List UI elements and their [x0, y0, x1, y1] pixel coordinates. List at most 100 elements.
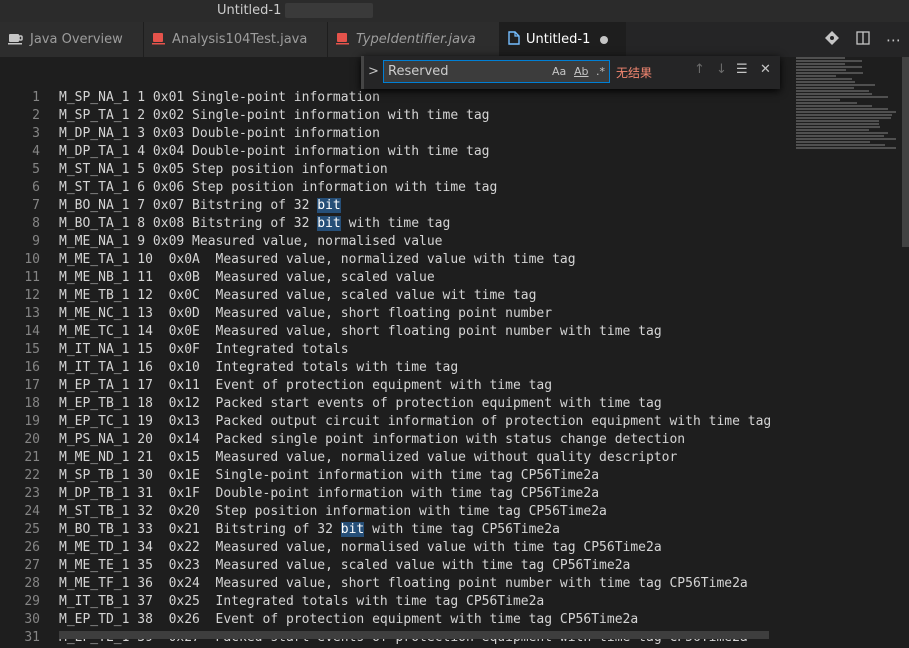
next-match-arrow-down-icon[interactable]: ↓: [716, 62, 727, 77]
code-line[interactable]: M_ST_TA_1 6 0x06 Step position informati…: [59, 179, 771, 197]
minimap-line: [796, 60, 862, 62]
regex-toggle[interactable]: .*: [596, 65, 605, 78]
split-editor-icon[interactable]: [847, 30, 878, 49]
minimap-line: [796, 72, 864, 74]
more-actions-icon[interactable]: ⋯: [878, 31, 909, 49]
code-text: M_ST_NA_1 5 0x05 Step position informati…: [59, 162, 388, 177]
code-text: M_ME_NA_1 9 0x09 Measured value, normali…: [59, 234, 443, 249]
unsaved-dot-icon[interactable]: [600, 35, 609, 44]
line-number: 28: [24, 576, 40, 591]
minimap-line: [796, 75, 836, 77]
minimap-line: [796, 81, 855, 83]
code-line[interactable]: M_IT_TA_1 16 0x10 Integrated totals with…: [59, 359, 771, 377]
code-line[interactable]: M_ST_TB_1 32 0x20 Step position informat…: [59, 503, 771, 521]
toggle-replace-chevron-icon[interactable]: >: [368, 64, 379, 79]
code-line[interactable]: M_EP_TC_1 19 0x13 Packed output circuit …: [59, 413, 771, 431]
word-highlight: bit: [317, 216, 341, 231]
previous-match-arrow-up-icon[interactable]: ↑: [694, 62, 705, 77]
word-highlight: bit: [340, 522, 365, 537]
code-line[interactable]: M_DP_TB_1 31 0x1F Double-point informati…: [59, 485, 771, 503]
horizontal-scrollbar[interactable]: [59, 631, 769, 639]
window-titlebar: Untitled-1 —: [0, 0, 909, 22]
code-line[interactable]: M_ST_NA_1 5 0x05 Step position informati…: [59, 161, 771, 179]
code-text: M_ME_TB_1 12 0x0C Measured value, scaled…: [59, 288, 537, 303]
code-line[interactable]: M_EP_TA_1 17 0x11 Event of protection eq…: [59, 377, 771, 395]
line-number: 5: [32, 162, 40, 177]
code-text: M_ME_ND_1 21 0x15 Measured value, normal…: [59, 450, 678, 465]
minimap-line: [796, 93, 872, 95]
code-line[interactable]: M_BO_TA_1 8 0x08 Bitstring of 32 bit wit…: [59, 215, 771, 233]
code-line[interactable]: M_ME_NB_1 11 0x0B Measured value, scaled…: [59, 269, 771, 287]
find-in-selection-icon[interactable]: ☰: [736, 62, 748, 77]
code-text: M_BO_NA_1 7 0x07 Bitstring of 32: [59, 198, 318, 213]
minimap-line: [796, 69, 847, 71]
code-line[interactable]: M_ME_TD_1 34 0x22 Measured value, normal…: [59, 539, 771, 557]
editor-area[interactable]: 1 2 3 4 5 6 7 8 9 10 11 12 13 14 15 16 17 18 19 20 21 22 23 24 2…: [0, 57, 791, 648]
code-line[interactable]: M_SP_NA_1 1 0x01 Single-point informatio…: [59, 89, 771, 107]
code-line[interactable]: M_ME_TE_1 35 0x23 Measured value, scaled…: [59, 557, 771, 575]
code-line[interactable]: M_IT_NA_1 15 0x0F Integrated totals: [59, 341, 771, 359]
code-line[interactable]: M_SP_TB_1 30 0x1E Single-point informati…: [59, 467, 771, 485]
find-widget: > Aa Ab .* 无结果 ↑ ↓ ☰ ✕: [361, 56, 780, 89]
tab-analysis104test[interactable]: Analysis104Test.java: [144, 22, 328, 57]
java-file-icon: [152, 31, 166, 49]
code-text: M_DP_NA_1 3 0x03 Double-point informatio…: [59, 126, 380, 141]
tab-label: Analysis104Test.java: [172, 32, 308, 47]
code-line[interactable]: M_BO_TB_1 33 0x21 Bitstring of 32 bit wi…: [59, 521, 771, 539]
code-line[interactable]: M_BO_NA_1 7 0x07 Bitstring of 32 bit: [59, 197, 771, 215]
source-control-icon[interactable]: [816, 30, 847, 49]
tab-typeidentifier[interactable]: TypeIdentifier.java: [328, 22, 500, 57]
line-number: 23: [24, 486, 40, 501]
code-line[interactable]: M_ME_NC_1 13 0x0D Measured value, short …: [59, 305, 771, 323]
minimap-line: [796, 96, 889, 98]
line-number: 20: [24, 432, 40, 447]
code-lines[interactable]: M_SP_NA_1 1 0x01 Single-point informatio…: [59, 89, 771, 647]
minimap[interactable]: [796, 57, 901, 157]
line-number: 3: [32, 126, 40, 141]
line-number-gutter: 1 2 3 4 5 6 7 8 9 10 11 12 13 14 15 16 17 18 19 20 21 22 23 24 2…: [0, 89, 40, 647]
file-icon: [508, 30, 520, 49]
tab-label: TypeIdentifier.java: [356, 32, 476, 47]
code-line[interactable]: M_PS_NA_1 20 0x14 Packed single point in…: [59, 431, 771, 449]
code-line[interactable]: M_ME_TF_1 36 0x24 Measured value, short …: [59, 575, 771, 593]
code-line[interactable]: M_EP_TD_1 38 0x26 Event of protection eq…: [59, 611, 771, 629]
minimap-line: [796, 84, 876, 86]
code-line[interactable]: M_EP_TB_1 18 0x12 Packed start events of…: [59, 395, 771, 413]
code-line[interactable]: M_DP_NA_1 3 0x03 Double-point informatio…: [59, 125, 771, 143]
tab-label: Untitled-1: [526, 32, 591, 47]
code-text: M_SP_NA_1 1 0x01 Single-point informatio…: [59, 90, 380, 105]
close-find-icon[interactable]: ✕: [760, 62, 771, 77]
minimap-line: [796, 63, 846, 65]
code-text: M_ME_TA_1 10 0x0A Measured value, normal…: [59, 252, 576, 267]
code-text: M_EP_TD_1 38 0x26 Event of protection eq…: [59, 612, 639, 627]
minimap-line: [796, 144, 885, 146]
code-line[interactable]: M_ME_NA_1 9 0x09 Measured value, normali…: [59, 233, 771, 251]
code-text: M_BO_TB_1 33 0x21 Bitstring of 32: [59, 522, 341, 537]
minimap-line: [796, 138, 896, 140]
minimap-line: [796, 99, 841, 101]
minimap-line: [796, 57, 846, 59]
vertical-scrollbar[interactable]: [902, 57, 909, 247]
redacted-title-part: [285, 3, 373, 18]
code-line[interactable]: M_IT_TB_1 37 0x25 Integrated totals with…: [59, 593, 771, 611]
find-result-status: 无结果: [616, 66, 653, 80]
code-line[interactable]: M_ME_TC_1 14 0x0E Measured value, short …: [59, 323, 771, 341]
line-number: 4: [32, 144, 40, 159]
tab-java-overview[interactable]: Java Overview: [0, 22, 144, 57]
code-line[interactable]: M_DP_TA_1 4 0x04 Double-point informatio…: [59, 143, 771, 161]
line-number: 7: [32, 198, 40, 213]
tab-untitled-1[interactable]: Untitled-1: [500, 22, 626, 57]
code-line[interactable]: M_ME_TA_1 10 0x0A Measured value, normal…: [59, 251, 771, 269]
code-text: M_ST_TA_1 6 0x06 Step position informati…: [59, 180, 498, 195]
minimap-line: [796, 66, 862, 68]
whole-word-toggle[interactable]: Ab: [574, 65, 589, 78]
line-number: 29: [24, 594, 40, 609]
code-text: M_ME_NC_1 13 0x0D Measured value, short …: [59, 306, 553, 321]
match-case-toggle[interactable]: Aa: [552, 65, 566, 78]
code-line[interactable]: M_ME_TB_1 12 0x0C Measured value, scaled…: [59, 287, 771, 305]
code-text: M_ST_TB_1 32 0x20 Step position informat…: [59, 504, 607, 519]
code-text: M_ME_TD_1 34 0x22 Measured value, normal…: [59, 540, 662, 555]
line-number: 12: [24, 288, 40, 303]
code-line[interactable]: M_ME_ND_1 21 0x15 Measured value, normal…: [59, 449, 771, 467]
code-line[interactable]: M_SP_TA_1 2 0x02 Single-point informatio…: [59, 107, 771, 125]
